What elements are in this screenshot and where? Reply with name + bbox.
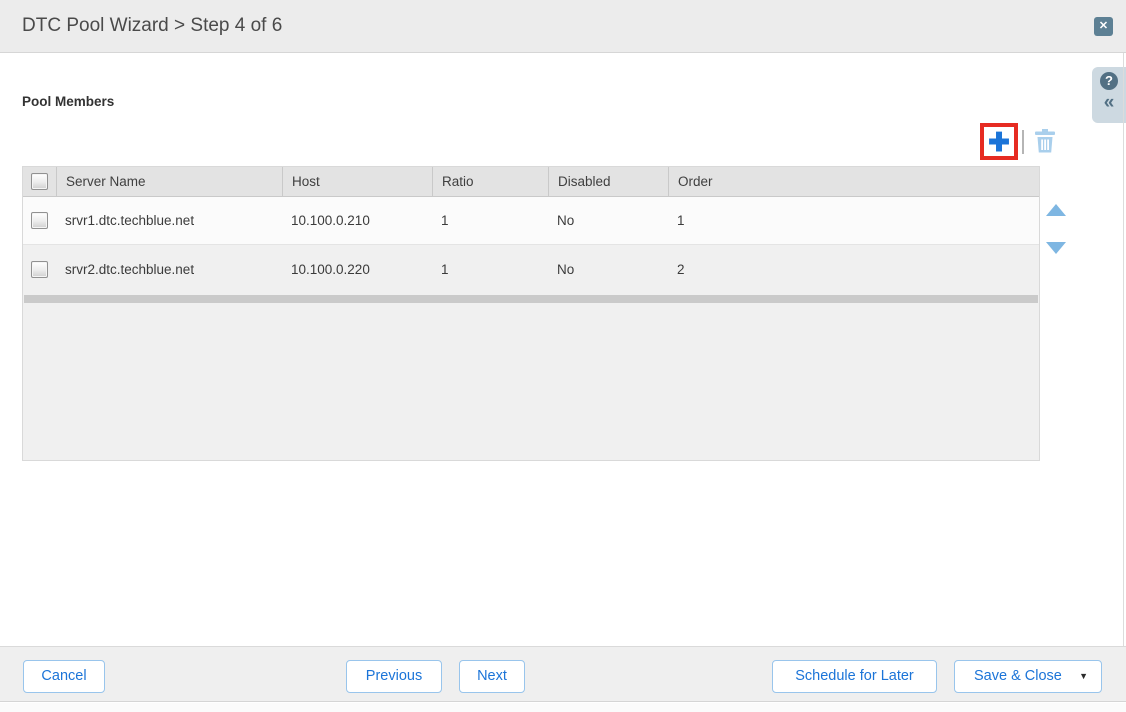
trash-icon — [1034, 129, 1056, 153]
move-up-icon[interactable] — [1046, 204, 1066, 216]
wizard-footer: Cancel Previous Next Schedule for Later … — [0, 646, 1126, 702]
header-cell-ratio[interactable]: Ratio — [432, 167, 548, 196]
row-cell-disabled: No — [548, 213, 668, 228]
section-title: Pool Members — [22, 94, 114, 109]
row-cell-ratio: 1 — [432, 213, 548, 228]
header-cell-order[interactable]: Order — [668, 167, 1039, 196]
header-cell-select — [23, 167, 56, 196]
row-checkbox[interactable] — [31, 261, 48, 278]
pool-members-table: Server Name Host Ratio Disabled Order sr… — [22, 166, 1040, 461]
select-all-checkbox[interactable] — [31, 173, 48, 190]
schedule-for-later-button[interactable]: Schedule for Later — [772, 660, 937, 693]
next-button[interactable]: Next — [459, 660, 525, 693]
help-icon[interactable]: ? — [1100, 72, 1118, 90]
row-cell-server-name: srvr1.dtc.techblue.net — [56, 213, 282, 228]
previous-button[interactable]: Previous — [346, 660, 442, 693]
row-checkbox[interactable] — [31, 212, 48, 229]
close-icon: ✕ — [1099, 20, 1108, 32]
move-down-icon[interactable] — [1046, 242, 1066, 254]
toolbar-separator — [1022, 130, 1024, 154]
save-and-close-label: Save & Close — [974, 668, 1062, 684]
footer-bottom-strip — [0, 703, 1126, 712]
header-cell-disabled[interactable]: Disabled — [548, 167, 668, 196]
annotation-highlight-box: ✚ — [980, 123, 1018, 160]
help-panel: ? « — [1092, 67, 1126, 123]
collapse-panel-icon[interactable]: « — [1104, 92, 1115, 114]
row-cell-select — [23, 212, 56, 229]
close-button[interactable]: ✕ — [1094, 17, 1113, 36]
wizard-title: DTC Pool Wizard > Step 4 of 6 — [22, 0, 282, 52]
cancel-button[interactable]: Cancel — [23, 660, 105, 693]
table-header-row: Server Name Host Ratio Disabled Order — [23, 167, 1039, 197]
row-cell-host: 10.100.0.220 — [282, 262, 432, 277]
wizard-header: DTC Pool Wizard > Step 4 of 6 ✕ — [0, 0, 1126, 53]
dtc-pool-wizard-dialog: DTC Pool Wizard > Step 4 of 6 ✕ ? « Pool… — [0, 0, 1126, 712]
add-member-button[interactable]: ✚ — [988, 129, 1010, 155]
row-cell-order: 1 — [668, 213, 1039, 228]
row-cell-server-name: srvr2.dtc.techblue.net — [56, 262, 282, 277]
save-and-close-button[interactable]: Save & Close ▼ — [954, 660, 1102, 693]
save-options-caret-icon[interactable]: ▼ — [1079, 661, 1088, 692]
row-cell-select — [23, 261, 56, 278]
row-cell-disabled: No — [548, 262, 668, 277]
delete-member-button[interactable] — [1034, 129, 1056, 153]
header-cell-host[interactable]: Host — [282, 167, 432, 196]
horizontal-scrollbar[interactable] — [24, 295, 1038, 303]
header-cell-server-name[interactable]: Server Name — [56, 167, 282, 196]
table-row[interactable]: srvr1.dtc.techblue.net 10.100.0.210 1 No… — [23, 197, 1039, 245]
content-right-border — [1123, 53, 1124, 646]
table-row[interactable]: srvr2.dtc.techblue.net 10.100.0.220 1 No… — [23, 245, 1039, 293]
row-cell-host: 10.100.0.210 — [282, 213, 432, 228]
row-cell-order: 2 — [668, 262, 1039, 277]
row-cell-ratio: 1 — [432, 262, 548, 277]
